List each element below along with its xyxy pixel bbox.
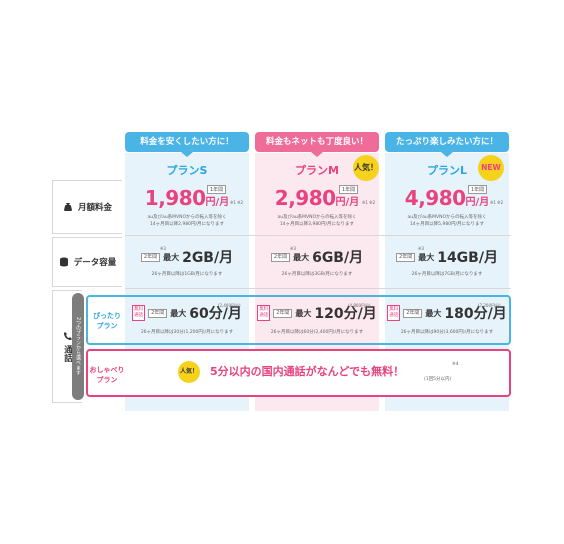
- plan-m-call-sub: (4,800円分): [348, 303, 371, 308]
- plan-s-data-note: 26ヶ月目以降は1GB/月になります: [151, 272, 223, 277]
- row-header-fee: 月額料金: [52, 180, 122, 234]
- plan-l-data-note: 26ヶ月目以降は7GB/月になります: [411, 272, 483, 277]
- popular-badge: 人気！: [353, 155, 379, 181]
- plan-l-call-sub: (7,200円分): [478, 303, 501, 308]
- plan-s-data: 2年間 最大 2GB/月: [125, 247, 249, 267]
- plan-l-year-tag: 1年間: [468, 185, 488, 194]
- plan-s-note-marks: ※1 ※2: [230, 200, 244, 205]
- plan-m-call-note: 26ヶ月目以降は60分(2,400円)/月になります: [270, 330, 364, 335]
- money-bag-icon: [63, 203, 72, 211]
- plan-m-tagline: 料金もネットも丁度良い！: [255, 132, 379, 157]
- fit-plan-label: ぴったり プラン: [93, 312, 121, 330]
- talk-plan-note: (1回5分以内): [424, 377, 452, 382]
- plan-l-note-marks: ※1 ※2: [490, 200, 504, 205]
- plan-m-price: 2,980円/月: [274, 186, 360, 210]
- plan-s-data-mark: ※3: [160, 246, 166, 251]
- plan-m-data: 2年間 最大 6GB/月: [255, 247, 379, 267]
- plan-m-year-tag: 1年間: [339, 185, 359, 194]
- row-header-data: データ容量: [52, 237, 122, 287]
- talk-plan-headline: 5分以内の国内通話がなんどでも無料！: [210, 365, 405, 378]
- row-divider: [125, 288, 511, 289]
- plan-l-price: 4,980円/月: [404, 186, 490, 210]
- plan-s-tagline: 料金を安くしたい方に！: [125, 132, 249, 157]
- plan-l-data: 2年間 最大 14GB/月: [385, 247, 509, 267]
- plan-s-call-sub: (2,400円分): [218, 303, 241, 308]
- row-header-data-label: データ容量: [73, 258, 117, 268]
- phone-icon: [63, 332, 72, 340]
- plan-l-tagline: たっぷり楽しみたい方に！: [385, 132, 509, 157]
- plan-m-data-mark: ※3: [290, 246, 296, 251]
- plan-s-price: 1,980円/月: [144, 186, 230, 210]
- call-plan-choice-note: 2つのプランから選べます: [72, 293, 84, 400]
- talk-popular-badge: 人気！: [178, 361, 200, 383]
- plan-s-name: プランS: [166, 164, 208, 177]
- plan-l-price-note: au及びau系MVNOからの転入等を除く 14ヶ月目以降5,980円/月になりま…: [407, 215, 487, 227]
- plan-l-data-mark: ※3: [418, 246, 424, 251]
- talk-plan-label: おしゃべり プラン: [89, 366, 125, 384]
- plan-m-note-marks: ※1 ※2: [362, 200, 376, 205]
- row-header-fee-label: 月額料金: [77, 203, 112, 213]
- new-badge: NEW: [478, 155, 504, 181]
- plan-m-data-note: 26ヶ月目以降は3GB/月になります: [281, 272, 353, 277]
- database-icon: [59, 257, 68, 267]
- row-divider: [125, 235, 511, 236]
- plan-l-call-note: 26ヶ月目以降は90分(3,600円)/月になります: [400, 330, 494, 335]
- talk-plan-mark: ※4: [452, 362, 459, 367]
- plan-s-year-tag: 1年間: [207, 185, 227, 194]
- plan-s-call-note: 26ヶ月目以降は30分(1,200円)/月になります: [140, 330, 234, 335]
- plan-s-price-note: au及びau系MVNOからの転入等を除く 14ヶ月目以降2,980円/月になりま…: [147, 215, 227, 227]
- plan-m-price-note: au及びau系MVNOからの転入等を除く 14ヶ月目以降3,980円/月になりま…: [277, 215, 357, 227]
